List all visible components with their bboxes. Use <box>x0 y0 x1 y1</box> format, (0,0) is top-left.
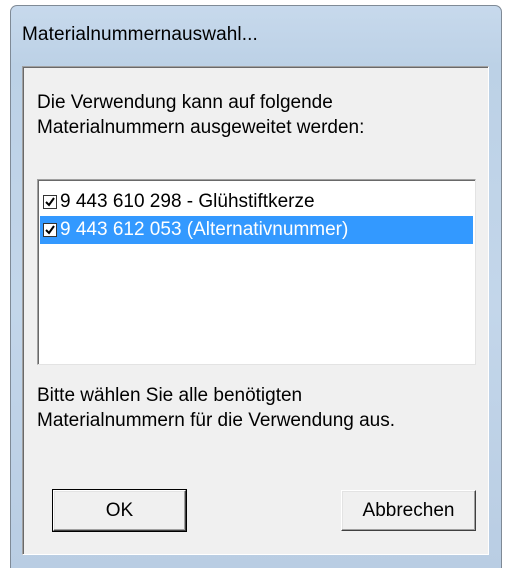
list-item-label: 9 443 612 053 (Alternativnummer) <box>60 219 349 240</box>
list-item-material-2[interactable]: 9 443 612 053 (Alternativnummer) <box>40 216 473 244</box>
cancel-button[interactable]: Abbrechen <box>341 490 476 531</box>
window-title: Materialnummernauswahl... <box>22 24 258 45</box>
ok-button[interactable]: OK <box>52 489 187 532</box>
dialog-client-area: Die Verwendung kann auf folgende Materia… <box>22 66 489 555</box>
prompt-text: Die Verwendung kann auf folgende Materia… <box>37 90 364 140</box>
checkbox-material-1[interactable] <box>43 195 57 209</box>
hint-text: Bitte wählen Sie alle benötigten Materia… <box>37 383 395 433</box>
prompt-line-2: Materialnummern ausgeweitet werden: <box>37 117 365 138</box>
checkmark-icon <box>45 197 55 207</box>
checkbox-material-2[interactable] <box>43 223 57 237</box>
hint-line-2: Materialnummern für die Verwendung aus. <box>37 410 396 431</box>
prompt-line-1: Die Verwendung kann auf folgende <box>37 92 333 113</box>
checkmark-icon <box>45 225 55 235</box>
list-item-label: 9 443 610 298 - Glühstiftkerze <box>60 191 315 212</box>
hint-line-1: Bitte wählen Sie alle benötigten <box>37 385 303 406</box>
list-item-material-1[interactable]: 9 443 610 298 - Glühstiftkerze <box>40 188 473 216</box>
material-number-listbox[interactable]: 9 443 610 298 - Glühstiftkerze 9 443 612… <box>37 179 476 365</box>
